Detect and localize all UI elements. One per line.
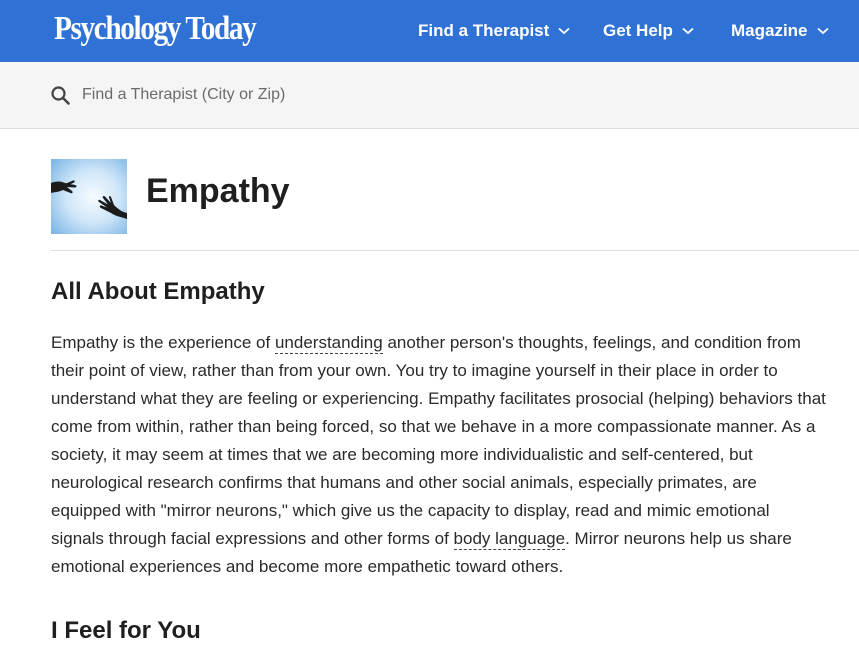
site-logo[interactable]: Psychology Today	[54, 9, 257, 49]
section-heading: All About Empathy	[51, 278, 265, 305]
understanding-link[interactable]: understanding	[274, 333, 383, 354]
nav-get-help-label: Get Help	[603, 21, 673, 40]
paragraph-line: society, it may seem at times that we ar…	[51, 445, 753, 464]
top-nav-bar: Psychology Today Find a Therapist Get He…	[0, 0, 859, 62]
topic-image	[51, 159, 127, 234]
paragraph-line: neurological research confirms that huma…	[51, 473, 757, 492]
paragraph-line: come from within, rather than being forc…	[51, 417, 816, 436]
paragraph-line: signals through facial expressions and o…	[51, 525, 859, 553]
nav-magazine[interactable]: Magazine	[731, 0, 829, 62]
therapist-search-bar	[0, 62, 859, 129]
line-text: another person's thoughts, feelings, and…	[382, 333, 801, 352]
line-text: signals through facial expressions and o…	[51, 529, 454, 548]
paragraph-line: understand what they are feeling or expe…	[51, 389, 826, 408]
section-subheading: I Feel for You	[51, 617, 201, 644]
nav-find-therapist[interactable]: Find a Therapist	[418, 0, 570, 62]
paragraph-line: equipped with "mirror neurons," which gi…	[51, 501, 770, 520]
topic-title: Empathy	[146, 172, 290, 210]
nav-find-therapist-label: Find a Therapist	[418, 21, 550, 40]
paragraph-line: Empathy is the experience of understandi…	[51, 329, 859, 357]
search-input[interactable]	[82, 80, 582, 110]
article-paragraph: Empathy is the experience of understandi…	[51, 329, 859, 581]
nav-get-help[interactable]: Get Help	[603, 0, 694, 62]
chevron-down-icon	[682, 27, 694, 35]
paragraph-line: emotional experiences and become more em…	[51, 557, 564, 576]
divider	[51, 250, 859, 251]
paragraph-line: their point of view, rather than from yo…	[51, 361, 778, 380]
chevron-down-icon	[816, 27, 829, 35]
body-language-link[interactable]: body language	[453, 529, 566, 550]
line-text: . Mirror neurons help us share	[565, 529, 792, 548]
search-icon[interactable]	[51, 86, 70, 105]
nav-magazine-label: Magazine	[731, 21, 808, 40]
line-text: Empathy is the experience of	[51, 333, 275, 352]
chevron-down-icon	[558, 27, 570, 35]
